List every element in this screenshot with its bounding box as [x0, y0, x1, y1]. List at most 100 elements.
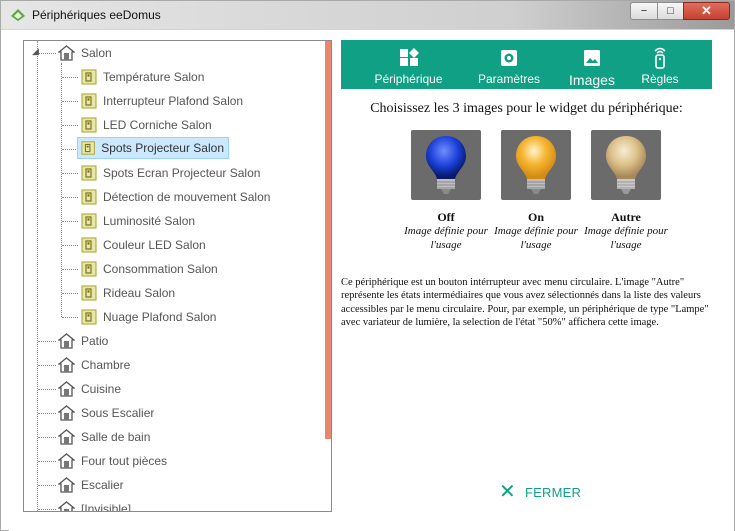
tree-device-label: Consommation Salon [103, 262, 218, 276]
device-icon [81, 141, 95, 155]
device-icon [81, 117, 97, 133]
tree-connector [38, 413, 56, 414]
image-off-picker[interactable] [411, 130, 481, 200]
tree-device-item[interactable]: Température Salon [81, 66, 204, 88]
tree-connector [38, 509, 56, 510]
tree-connector [62, 245, 78, 246]
tree-room-item[interactable]: Sous Escalier [58, 402, 154, 424]
tree-device-item[interactable]: Couleur LED Salon [81, 234, 206, 256]
image-name: Autre [611, 210, 641, 224]
tab-parametres[interactable]: Paramètres [471, 40, 547, 89]
tree-device-item[interactable]: LED Corniche Salon [81, 114, 212, 136]
tree-room-label: Four tout pièces [81, 454, 168, 468]
minimize-icon: − [640, 5, 648, 17]
tree-device-label: Détection de mouvement Salon [103, 190, 271, 204]
tree-connector [62, 293, 78, 294]
tree-device-label: Température Salon [103, 70, 205, 84]
tree-room-item[interactable]: Four tout pièces [58, 450, 167, 472]
image-on-picker[interactable] [501, 130, 571, 200]
tree-device-item-selected[interactable]: Spots Projecteur Salon [77, 137, 229, 159]
house-icon [58, 429, 75, 445]
image-name: Off [437, 210, 455, 224]
tree-connector [38, 461, 56, 462]
collapse-icon[interactable]: ◢ [32, 47, 41, 56]
title-bar[interactable]: Périphériques eeDomus − □ ✕ [1, 1, 734, 30]
house-icon [58, 45, 75, 61]
house-icon [58, 453, 75, 469]
device-icon [81, 285, 97, 301]
gear-icon [500, 48, 518, 68]
tree-device-item[interactable]: Consommation Salon [81, 258, 218, 280]
maximize-icon: □ [667, 5, 674, 17]
device-icon [81, 189, 97, 205]
tree-room-label: Chambre [81, 358, 131, 372]
window-title: Périphériques eeDomus [32, 8, 161, 22]
tab-peripherique[interactable]: Périphérique [366, 40, 451, 89]
peripheriques-window: Périphériques eeDomus − □ ✕ ◢ Salon Temp… [0, 0, 735, 531]
tree-connector [62, 77, 78, 78]
tab-images[interactable]: Images [564, 40, 620, 89]
tree-device-item[interactable]: Rideau Salon [81, 282, 175, 304]
tree-connector [38, 365, 56, 366]
tree-device-item[interactable]: Interrupteur Plafond Salon [81, 90, 243, 112]
device-icon [81, 93, 97, 109]
tab-label: Paramètres [477, 72, 541, 86]
image-on-caption: On Image définie pour l'usage [491, 210, 581, 252]
tree-device-label: Couleur LED Salon [103, 238, 206, 252]
image-subtitle: Image définie pour l'usage [494, 225, 578, 251]
tree-device-label: Spots Projecteur Salon [101, 141, 224, 155]
tree-room-label: Sous Escalier [81, 406, 155, 420]
tab-label: Périphérique [374, 72, 443, 86]
device-tree[interactable]: ◢ Salon Température Salon Interrupteur P… [23, 40, 332, 512]
tree-connector [62, 125, 78, 126]
tree-device-item[interactable]: Nuage Plafond Salon [81, 306, 216, 328]
tree-connector [38, 389, 56, 390]
tree-device-label: Interrupteur Plafond Salon [103, 94, 244, 108]
bulb-off-icon [426, 136, 466, 194]
tree-room-label: Escalier [81, 478, 124, 492]
tree-room-item[interactable]: Chambre [58, 354, 130, 376]
tree-room-item[interactable]: Patio [58, 330, 108, 352]
tree-connector [62, 269, 78, 270]
close-window-button[interactable]: ✕ [683, 2, 730, 20]
tree-device-item[interactable]: Luminosité Salon [81, 210, 195, 232]
dialog-body: ◢ Salon Température Salon Interrupteur P… [9, 31, 734, 531]
close-icon: ✕ [701, 3, 712, 18]
device-icon [81, 261, 97, 277]
tree-connector [62, 197, 78, 198]
tree-room-label: Salon [81, 46, 112, 60]
tree-scrollbar[interactable] [325, 41, 331, 439]
tree-room-label: Salle de bain [81, 430, 151, 444]
image-subtitle: Image définie pour l'usage [584, 225, 668, 251]
fermer-button[interactable]: ✕ FERMER [499, 482, 581, 502]
bulb-on-icon [516, 136, 556, 194]
tree-room-label: Patio [81, 334, 109, 348]
image-off-caption: Off Image définie pour l'usage [401, 210, 491, 252]
maximize-button[interactable]: □ [657, 2, 683, 20]
tree-connector [62, 317, 78, 318]
images-description: Ce périphérique est un bouton intérrupte… [341, 277, 709, 328]
bulb-dim-icon [606, 136, 646, 194]
tree-room-label: Cuisine [81, 382, 122, 396]
tab-regles[interactable]: Règles [638, 40, 682, 89]
tree-room-salon[interactable]: Salon [58, 42, 112, 64]
image-autre-picker[interactable] [591, 130, 661, 200]
tree-room-item[interactable]: [Invisible] [58, 498, 131, 511]
tree-device-item[interactable]: Détection de mouvement Salon [81, 186, 270, 208]
house-icon [58, 501, 75, 511]
tree-connector [62, 101, 78, 102]
device-icon [81, 213, 97, 229]
tree-room-item[interactable]: Escalier [58, 474, 124, 496]
device-icon [81, 69, 97, 85]
minimize-button[interactable]: − [630, 2, 657, 20]
images-heading: Choisissez les 3 images pour le widget d… [370, 101, 683, 116]
widgets-icon [399, 48, 419, 68]
tree-connector [38, 437, 56, 438]
tree-room-item[interactable]: Cuisine [58, 378, 121, 400]
device-icon [81, 237, 97, 253]
tree-connector [62, 149, 78, 150]
tree-connector [38, 341, 56, 342]
image-icon [583, 48, 601, 68]
tree-room-item[interactable]: Salle de bain [58, 426, 150, 448]
tree-device-item[interactable]: Spots Ecran Projecteur Salon [81, 162, 260, 184]
